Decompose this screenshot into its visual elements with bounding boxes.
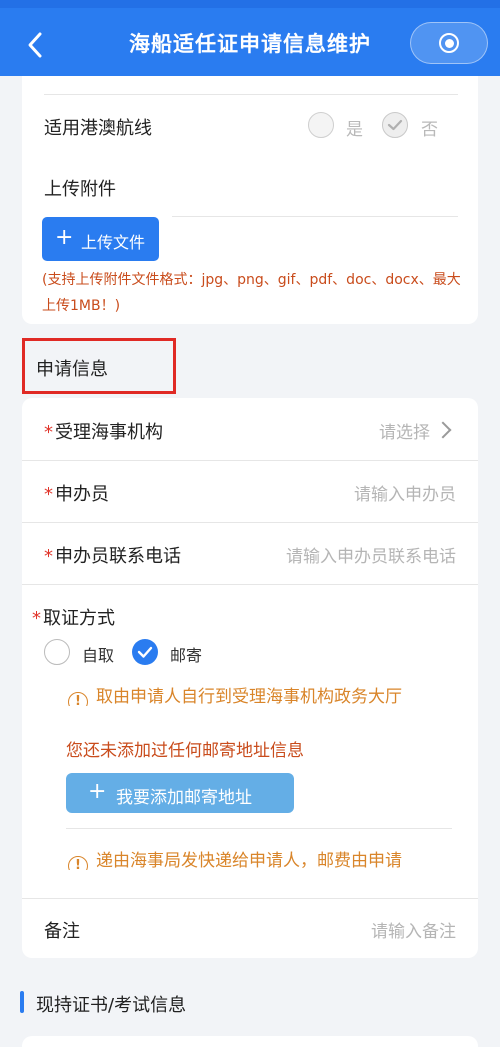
pickup-self-label: 自取 (82, 646, 115, 665)
applicant-input[interactable]: 请输入申办员 (354, 480, 456, 505)
check-icon (387, 119, 403, 131)
phone-input[interactable]: 请输入申办员联系电话 (286, 542, 456, 567)
divider (66, 828, 452, 829)
certificate-section-title: 现持证书/考试信息 (36, 995, 187, 1016)
self-pickup-notice: ! 取由申请人自行到受理海事机构政务大厅 (68, 682, 438, 706)
upload-file-button[interactable]: + 上传文件 (42, 217, 159, 261)
mail-notice: ! 递由海事局发快递给申请人，邮费由申请 (68, 846, 438, 870)
pickup-mail-label: 邮寄 (170, 646, 203, 665)
remark-input[interactable]: 请输入备注 (371, 917, 456, 942)
phone-label: 申办员联系电话 (55, 546, 181, 567)
chevron-right-icon (434, 421, 452, 439)
miniprogram-capsule-button[interactable] (410, 22, 488, 64)
divider (44, 94, 458, 95)
agency-row[interactable]: * 受理海事机构 请选择 (22, 398, 478, 460)
route-no-radio[interactable] (382, 112, 408, 138)
agency-label: 受理海事机构 (55, 422, 163, 443)
plus-icon: + (88, 779, 107, 804)
divider (22, 522, 478, 523)
divider (22, 460, 478, 461)
info-icon: ! (68, 856, 88, 870)
nav-bar: 海船适任证申请信息维护 (0, 0, 500, 76)
pickup-self-radio[interactable] (44, 639, 70, 665)
highlight-box (22, 338, 176, 394)
hk-macau-route-label: 适用港澳航线 (44, 118, 152, 139)
required-mark: * (44, 422, 53, 443)
route-yes-label: 是 (346, 120, 363, 140)
status-bar (0, 0, 500, 8)
divider (22, 584, 478, 585)
divider (172, 216, 458, 217)
attachment-card: 适用港澳航线 是 否 上传附件 + 上传文件 (支持上传附件文件格式：jpg、p… (22, 76, 478, 324)
plus-icon: + (55, 225, 74, 250)
application-info-card: * 受理海事机构 请选择 * 申办员 请输入申办员 * 申办员联系电话 请输入申办员联… (22, 398, 478, 958)
required-mark: * (44, 484, 53, 505)
section-accent-bar (20, 991, 24, 1013)
add-address-button[interactable]: + 我要添加邮寄地址 (66, 773, 294, 813)
route-no-label: 否 (421, 120, 438, 140)
remark-label: 备注 (44, 921, 80, 942)
divider (22, 898, 478, 899)
agency-select[interactable]: 请选择 (379, 418, 430, 443)
route-yes-radio[interactable] (308, 112, 334, 138)
pickup-label: 取证方式 (43, 608, 115, 629)
required-mark: * (44, 546, 53, 567)
applicant-label: 申办员 (55, 484, 109, 505)
upload-label: 上传附件 (44, 179, 116, 200)
check-icon (137, 646, 153, 658)
info-icon: ! (68, 692, 88, 706)
no-address-message: 您还未添加过任何邮寄地址信息 (66, 741, 304, 761)
certificate-card (22, 1036, 478, 1047)
pickup-mail-radio[interactable] (132, 639, 158, 665)
required-mark: * (32, 608, 41, 629)
upload-format-hint: (支持上传附件文件格式：jpg、png、gif、pdf、doc、docx、最大上… (42, 272, 461, 314)
